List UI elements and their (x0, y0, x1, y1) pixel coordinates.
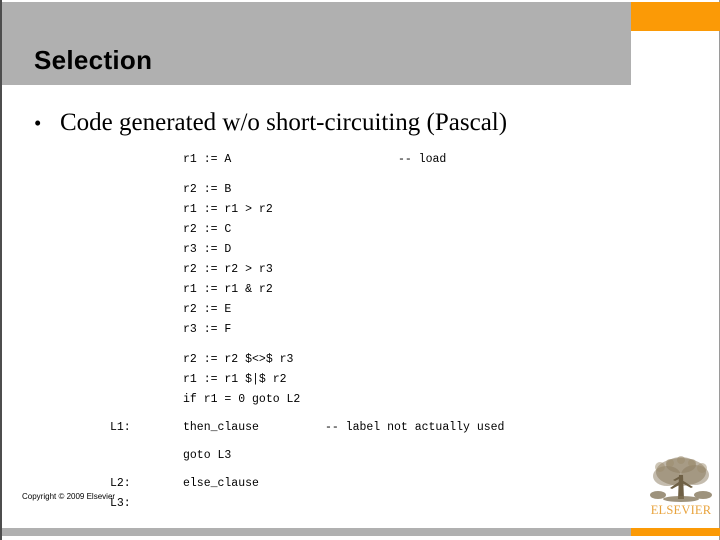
elsevier-wordmark: ELSEVIER (650, 503, 712, 517)
code-comment: -- load (398, 153, 447, 166)
accent-bar-top-right (631, 2, 720, 31)
bullet-item: • Code generated w/o short-circuiting (P… (34, 108, 694, 138)
code-line: r2 := r2 > r3 (0, 260, 720, 280)
code-line: if r1 = 0 goto L2 (0, 390, 720, 418)
code-line: r2 := B (0, 180, 720, 200)
code-statement: then_clause (183, 421, 259, 434)
code-line: r1 := r1 & r2 (0, 280, 720, 300)
code-line: r3 := D (0, 240, 720, 260)
code-listing: r1 := A -- load r2 := B r1 := r1 > r2 r2 := … (0, 150, 720, 514)
code-label: L2: (110, 477, 131, 490)
slide-canvas: Selection • Code generated w/o short-cir… (0, 0, 720, 540)
footer-bar-orange (631, 528, 720, 536)
bullet-item-label: Code generated w/o short-circuiting (Pas… (60, 109, 508, 136)
code-statement: r2 := B (183, 183, 232, 196)
footer-bar-gray (2, 528, 631, 536)
code-line: r1 := A -- load (0, 150, 720, 180)
code-statement: r1 := r1 $|$ r2 (183, 373, 287, 386)
code-statement: else_clause (183, 477, 259, 490)
code-statement: r1 := r1 > r2 (183, 203, 273, 216)
code-statement: r2 := E (183, 303, 232, 316)
code-statement: if r1 = 0 goto L2 (183, 393, 301, 406)
code-line: L1: then_clause -- label not actually used (0, 418, 720, 446)
code-line: r3 := F (0, 320, 720, 350)
code-label: L1: (110, 421, 131, 434)
elsevier-logo: ELSEVIER (648, 455, 714, 523)
code-statement: r1 := A (183, 153, 232, 166)
page-title: Selection (34, 45, 153, 75)
code-statement: r2 := r2 > r3 (183, 263, 273, 276)
code-line: r1 := r1 $|$ r2 (0, 370, 720, 390)
tree-icon (648, 455, 714, 503)
code-line: goto L3 (0, 446, 720, 474)
code-statement: r2 := r2 $<>$ r3 (183, 353, 294, 366)
code-line: r2 := C (0, 220, 720, 240)
code-line: r2 := r2 $<>$ r3 (0, 350, 720, 370)
code-statement: r2 := C (183, 223, 232, 236)
copyright-notice: Copyright © 2009 Elsevier (22, 492, 116, 501)
code-statement: r3 := F (183, 323, 232, 336)
code-comment: -- label not actually used (325, 421, 505, 434)
code-line: L2: else_clause (0, 474, 720, 494)
code-line: r1 := r1 > r2 (0, 200, 720, 220)
code-statement: r3 := D (183, 243, 232, 256)
code-line: r2 := E (0, 300, 720, 320)
code-statement: goto L3 (183, 449, 232, 462)
bullet-point-icon: • (34, 111, 42, 135)
code-statement: r1 := r1 & r2 (183, 283, 273, 296)
